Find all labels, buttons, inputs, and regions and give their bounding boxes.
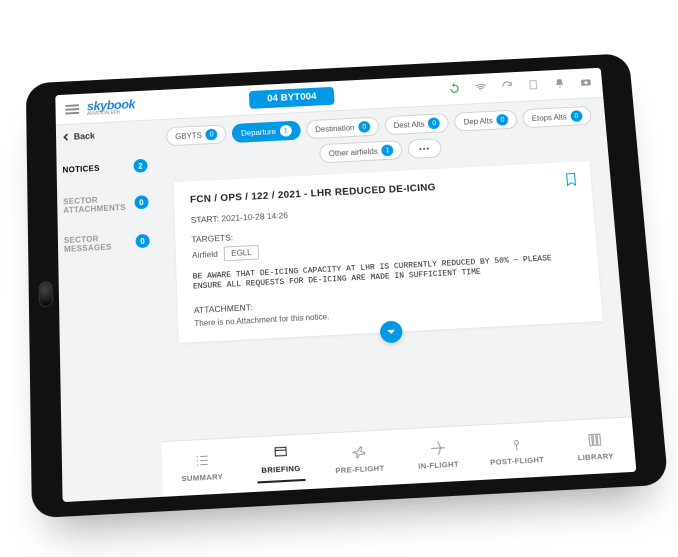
back-button[interactable]: Back	[62, 128, 147, 142]
filter-count: 1	[280, 124, 292, 136]
nav-summary[interactable]: SUMMARY	[162, 438, 243, 497]
sidebar-count: 0	[135, 233, 149, 247]
sidebar: Back NOTICES 2 SECTOR ATTACHMENTS 0 SECT…	[56, 120, 163, 502]
tablet-frame: skybook AVIATION EFB 04 BYT004 Back	[26, 53, 669, 518]
filter-count: 0	[570, 110, 583, 122]
filter-count: 1	[381, 144, 393, 156]
start-value: 2021-10-28 14:26	[221, 210, 288, 223]
inflight-icon	[429, 439, 446, 456]
app-screen: skybook AVIATION EFB 04 BYT004 Back	[55, 67, 636, 501]
nav-label: IN-FLIGHT	[418, 459, 459, 470]
camera-icon[interactable]	[579, 75, 593, 90]
nav-library[interactable]: LIBRARY	[554, 417, 637, 475]
library-icon	[585, 431, 603, 448]
sidebar-item-notices[interactable]: NOTICES 2	[62, 158, 147, 176]
filter-more[interactable]: •••	[408, 138, 442, 159]
filter-label: Dest Alts	[393, 119, 424, 129]
content-row: Back NOTICES 2 SECTOR ATTACHMENTS 0 SECT…	[56, 97, 637, 501]
nav-briefing[interactable]: BRIEFING	[240, 433, 321, 492]
filter-other-airfields[interactable]: Other airfields 1	[319, 140, 402, 163]
start-label: START:	[191, 213, 220, 224]
back-label: Back	[74, 130, 95, 141]
filter-etops-alts[interactable]: Etops Alts 0	[522, 105, 592, 127]
sidebar-item-attachments[interactable]: SECTOR ATTACHMENTS 0	[63, 193, 149, 215]
sync-icon[interactable]	[448, 82, 462, 97]
filter-count: 0	[496, 113, 509, 125]
refresh-icon[interactable]	[500, 79, 514, 94]
nav-label: PRE-FLIGHT	[335, 463, 385, 475]
sidebar-item-label: SECTOR ATTACHMENTS	[63, 194, 127, 215]
target-field-value[interactable]: EGLL	[224, 244, 259, 260]
sidebar-item-messages[interactable]: SECTOR MESSAGES 0	[64, 231, 150, 253]
filter-label: Departure	[241, 127, 276, 137]
filter-label: Dep Alts	[463, 116, 493, 126]
nav-label: LIBRARY	[577, 451, 614, 462]
filter-count: 0	[206, 128, 218, 140]
filter-label: Destination	[315, 123, 355, 134]
brand-logo: skybook AVIATION EFB	[87, 96, 136, 116]
preflight-icon	[350, 443, 367, 460]
nav-postflight[interactable]: POST-FLIGHT	[475, 421, 557, 480]
filter-label: GBYTS	[175, 130, 202, 140]
sidebar-count: 0	[134, 195, 148, 209]
list-icon	[193, 451, 210, 468]
filter-destination[interactable]: Destination 0	[306, 116, 380, 139]
filter-dep-alts[interactable]: Dep Alts 0	[454, 109, 518, 131]
sidebar-item-label: SECTOR MESSAGES	[64, 233, 128, 254]
nav-preflight[interactable]: PRE-FLIGHT	[319, 429, 401, 488]
nav-inflight[interactable]: IN-FLIGHT	[397, 425, 479, 484]
filter-departure[interactable]: Departure 1	[232, 120, 301, 142]
clipboard-icon[interactable]	[527, 78, 541, 93]
nav-label: POST-FLIGHT	[490, 454, 545, 466]
filter-gbyts[interactable]: GBYTS 0	[166, 124, 227, 146]
sidebar-item-label: NOTICES	[63, 163, 100, 173]
notice-card: FCN / OPS / 122 / 2021 - LHR REDUCED DE-…	[174, 161, 603, 343]
sidebar-count: 2	[133, 158, 147, 172]
main-panel: GBYTS 0 Departure 1 Destination 0 Dest A…	[152, 97, 636, 496]
filter-count: 0	[428, 117, 440, 129]
filter-count: 0	[358, 120, 370, 132]
filter-label: Other airfields	[329, 146, 378, 157]
menu-icon[interactable]	[65, 103, 79, 113]
bottom-nav: SUMMARY BRIEFING PRE-FLIGHT IN-FLIGHT	[162, 416, 637, 496]
nav-label: SUMMARY	[181, 471, 223, 482]
topbar-icons	[448, 75, 593, 96]
nav-label: BRIEFING	[261, 463, 301, 474]
tablet-home-button[interactable]	[39, 280, 53, 306]
wifi-icon	[474, 80, 488, 95]
bookmark-icon[interactable]	[563, 171, 580, 189]
filter-dest-alts[interactable]: Dest Alts 0	[384, 113, 449, 135]
bell-icon[interactable]	[553, 77, 567, 92]
filter-label: Etops Alts	[532, 112, 567, 122]
flight-code-pill[interactable]: 04 BYT004	[249, 86, 334, 108]
briefing-icon	[272, 443, 289, 460]
target-field-label: Airfield	[192, 248, 218, 259]
postflight-icon	[507, 435, 525, 452]
